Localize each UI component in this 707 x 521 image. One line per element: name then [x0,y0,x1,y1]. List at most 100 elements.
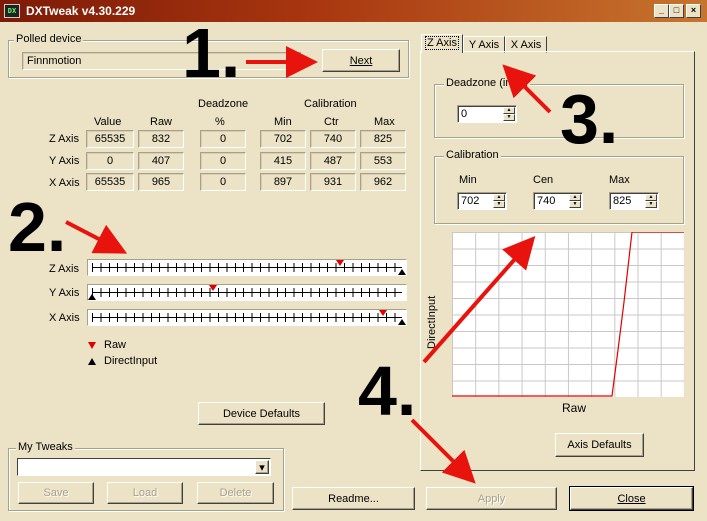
load-button[interactable]: Load [107,482,183,504]
y-raw-cell: 407 [138,152,184,170]
slider-label-y: Y Axis [49,287,80,299]
app-icon[interactable]: DX [4,4,20,18]
apply-button[interactable]: Apply [426,487,557,510]
annotation-step-4: 4. [358,352,417,430]
raw-legend-icon [88,342,96,349]
x-axis-slider [87,309,407,326]
deadzone-group-title: Deadzone (in %) [444,77,530,89]
legend-directinput-label: DirectInput [104,355,158,367]
row-label-y: Y Axis [49,155,80,167]
next-button[interactable]: Next [322,49,400,72]
calibration-group-title: Calibration [444,149,501,161]
x-value-cell: 65535 [86,173,134,191]
maximize-button[interactable]: □ [669,4,684,18]
header-deadzone: Deadzone [198,98,249,110]
spin-down-icon[interactable]: ▼ [645,201,657,208]
graph-ylabel: DirectInput [426,295,438,349]
close-button[interactable]: Close [569,486,694,511]
directinput-marker [88,294,96,300]
directinput-legend-icon [88,358,96,365]
tweaks-dropdown[interactable]: ▾ [17,458,271,476]
raw-marker [336,260,344,266]
tab-z-axis[interactable]: Z Axis [421,34,463,53]
cal-min-value: 702 [461,195,480,207]
close-window-button[interactable]: × [686,4,701,18]
cal-max-label: Max [609,174,630,186]
cal-max-spinner[interactable]: 825 ▲ ▼ [609,192,659,210]
x-ctr-cell: 931 [310,173,356,191]
my-tweaks-title: My Tweaks [16,441,75,453]
slider-ticks [92,288,402,297]
z-axis-slider [87,259,407,276]
graph-xlabel: Raw [562,401,587,415]
next-label: Next [349,54,373,67]
calibration-group [434,156,684,224]
response-curve [452,232,684,397]
save-button[interactable]: Save [18,482,94,504]
annotation-step-2: 2. [8,188,67,266]
title-bar[interactable]: DX DXTweak v4.30.229 _ □ × [0,0,707,22]
z-value-cell: 65535 [86,130,134,148]
response-graph [452,232,684,397]
slider-label-x: X Axis [49,312,80,324]
readme-button[interactable]: Readme... [292,487,415,510]
device-defaults-button[interactable]: Device Defaults [198,402,325,425]
slider-ticks [92,313,402,322]
spin-up-icon[interactable]: ▲ [569,194,581,201]
close-label: Close [617,492,646,505]
minimize-button[interactable]: _ [654,4,669,18]
header-calibration: Calibration [304,98,357,110]
y-max-cell: 553 [360,152,406,170]
header-ctr: Ctr [324,116,339,128]
header-max: Max [374,116,395,128]
x-min-cell: 897 [260,173,306,191]
deadzone-spinner-value: 0 [461,108,468,120]
annotation-step-3: 3. [560,80,619,158]
x-raw-cell: 965 [138,173,184,191]
cal-min-spinner[interactable]: 702 ▲ ▼ [457,192,507,210]
y-min-cell: 415 [260,152,306,170]
raw-marker [208,285,217,291]
directinput-marker [398,269,406,275]
axis-defaults-button[interactable]: Axis Defaults [555,433,644,457]
raw-marker [379,310,388,316]
y-axis-slider [87,284,407,301]
spin-up-icon[interactable]: ▲ [493,194,505,201]
cal-cen-value: 740 [537,195,556,207]
tab-z-label: Z Axis [425,36,459,50]
row-label-z: Z Axis [49,133,79,145]
spin-up-icon[interactable]: ▲ [645,194,657,201]
chevron-down-icon[interactable]: ▾ [255,460,269,474]
header-raw: Raw [150,116,173,128]
header-min: Min [274,116,292,128]
directinput-marker [398,319,406,325]
z-raw-cell: 832 [138,130,184,148]
x-deadzone-cell: 0 [200,173,246,191]
y-ctr-cell: 487 [310,152,356,170]
z-ctr-cell: 740 [310,130,356,148]
cal-cen-spinner[interactable]: 740 ▲ ▼ [533,192,583,210]
spin-up-icon[interactable]: ▲ [503,107,515,114]
cal-cen-label: Cen [533,174,554,186]
annotation-step-1: 1. [182,14,241,92]
z-min-cell: 702 [260,130,306,148]
y-deadzone-cell: 0 [200,152,246,170]
z-max-cell: 825 [360,130,406,148]
legend-raw-label: Raw [104,339,127,351]
polled-device-title: Polled device [14,33,84,45]
spin-down-icon[interactable]: ▼ [569,201,581,208]
z-deadzone-cell: 0 [200,130,246,148]
slider-ticks [92,263,402,272]
deadzone-spinner[interactable]: 0 ▲ ▼ [457,105,517,123]
spin-down-icon[interactable]: ▼ [493,201,505,208]
delete-button[interactable]: Delete [197,482,274,504]
window-title: DXTweak v4.30.229 [26,4,136,18]
device-name-field: Finnmotion [22,52,302,70]
cal-max-value: 825 [613,195,632,207]
y-value-cell: 0 [86,152,134,170]
header-value: Value [94,116,122,128]
spin-down-icon[interactable]: ▼ [503,114,515,121]
header-deadzone-unit: % [215,116,225,128]
x-max-cell: 962 [360,173,406,191]
cal-min-label: Min [459,174,477,186]
